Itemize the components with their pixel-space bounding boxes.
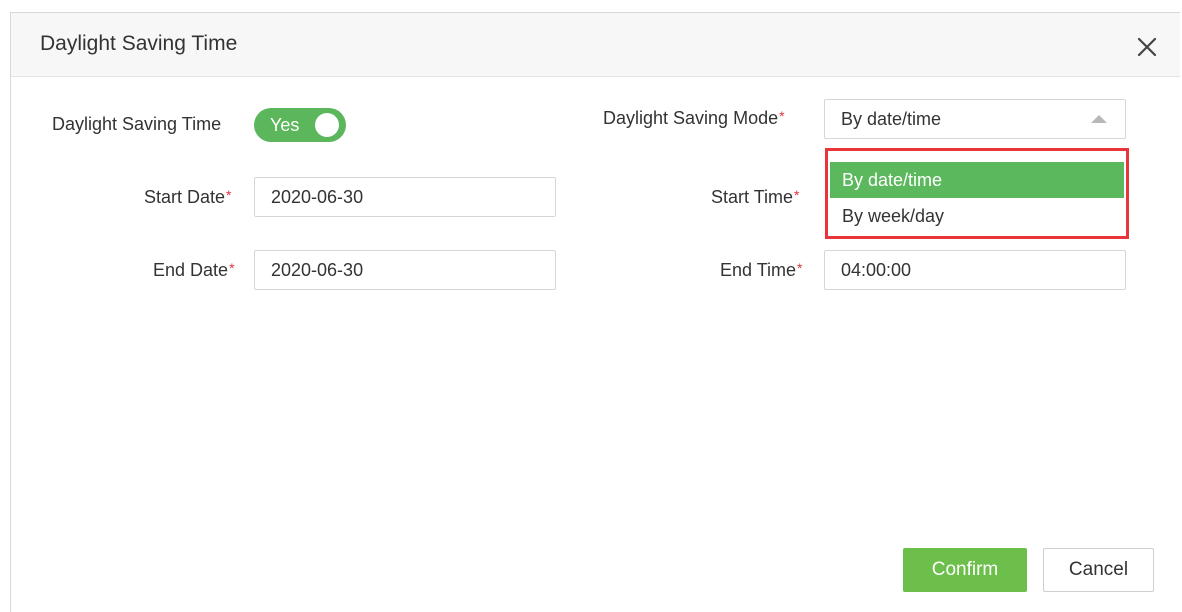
required-mark: *: [794, 187, 800, 203]
end-date-label: End Date*: [153, 260, 235, 280]
start-date-value: 2020-06-30: [271, 187, 364, 207]
start-date-label: Start Date*: [144, 187, 232, 207]
end-time-label: End Time*: [720, 260, 803, 280]
daylight-saving-dialog: Daylight Saving Time Daylight Saving Tim…: [10, 12, 1180, 612]
mode-select-value: By date/time: [841, 109, 942, 129]
chevron-up-icon: [1091, 115, 1107, 123]
end-date-input[interactable]: 2020-06-30: [254, 250, 556, 290]
dropdown-option-by-date-time[interactable]: By date/time: [830, 162, 1124, 198]
close-icon[interactable]: [1133, 33, 1161, 61]
mode-select[interactable]: By date/time: [824, 99, 1126, 139]
dialog-header: Daylight Saving Time: [11, 13, 1180, 77]
dst-label: Daylight Saving Time: [52, 114, 222, 134]
required-mark: *: [797, 260, 803, 276]
mode-label: Daylight Saving Mode*: [603, 108, 785, 128]
start-time-label: Start Time*: [711, 187, 800, 207]
required-mark: *: [779, 108, 785, 124]
required-mark: *: [226, 187, 232, 203]
start-date-input[interactable]: 2020-06-30: [254, 177, 556, 217]
cancel-button[interactable]: Cancel: [1043, 548, 1154, 592]
confirm-button[interactable]: Confirm: [903, 548, 1027, 592]
toggle-knob: [315, 113, 339, 137]
required-mark: *: [229, 260, 235, 276]
dialog-title: Daylight Saving Time: [40, 32, 238, 55]
dst-toggle[interactable]: Yes: [254, 108, 346, 142]
mode-dropdown-list: By date/time By week/day: [825, 148, 1129, 239]
end-date-value: 2020-06-30: [271, 260, 364, 280]
end-time-input[interactable]: 04:00:00: [824, 250, 1126, 290]
dropdown-option-by-week-day[interactable]: By week/day: [830, 198, 1124, 234]
dst-toggle-label: Yes: [270, 115, 300, 135]
end-time-value: 04:00:00: [841, 260, 912, 280]
